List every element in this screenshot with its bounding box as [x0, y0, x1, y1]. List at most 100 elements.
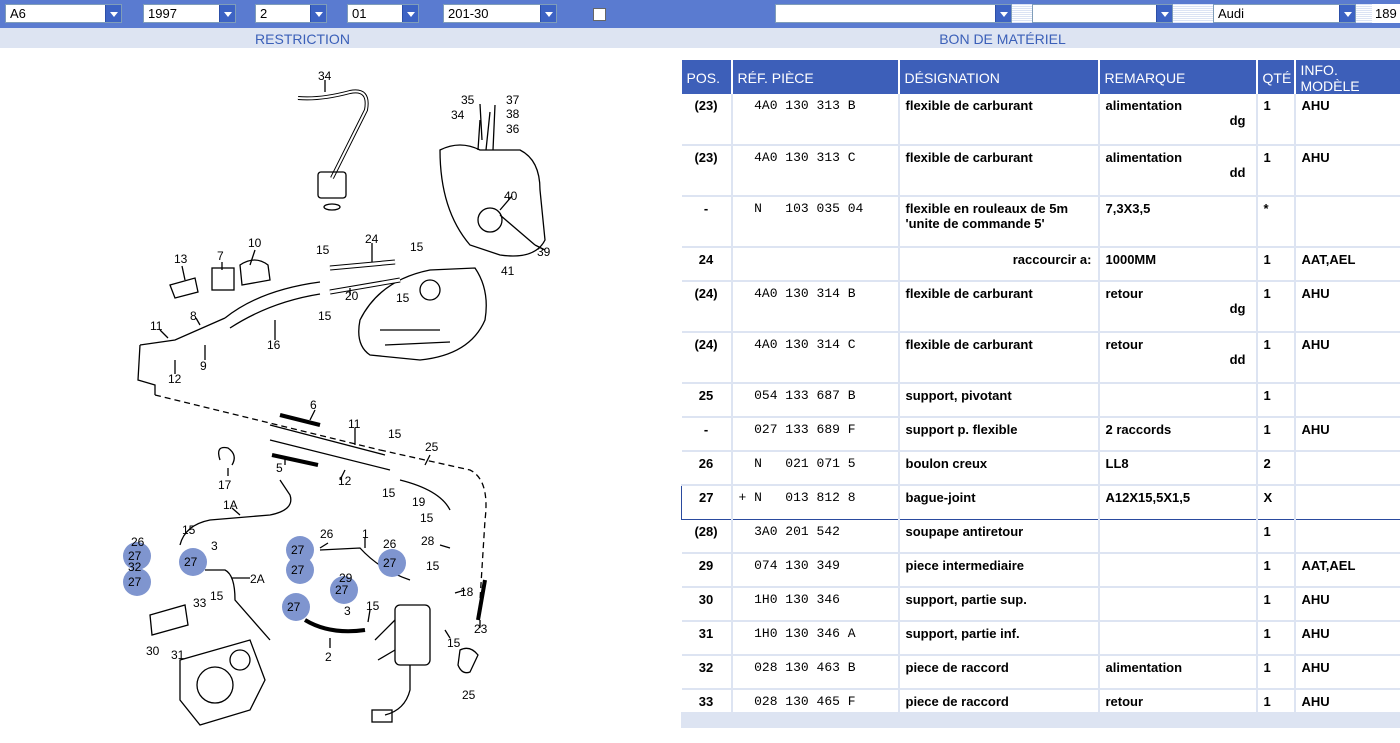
cell-qty: 2 — [1256, 451, 1296, 486]
chevron-down-icon[interactable] — [540, 5, 556, 22]
cell-pos: 25 — [681, 383, 733, 418]
model-value: A6 — [10, 6, 26, 21]
cell-ref: 074 130 349 — [731, 553, 900, 588]
field5-value: 201-30 — [448, 6, 489, 21]
remark-text: alimentation — [1105, 660, 1183, 675]
filter-checkbox[interactable] — [593, 8, 606, 21]
cell-remark: alimentation dd — [1098, 145, 1258, 197]
cell-ref: 1H0 130 346 — [731, 587, 900, 622]
table-row[interactable]: 27 + N 013 812 8 bague-joint A12X15,5X1,5 X — [681, 484, 1400, 520]
brand-select[interactable]: Audi — [1213, 4, 1356, 23]
table-row[interactable]: 26 N 021 071 5 boulon creux LL8 2 — [681, 451, 1400, 486]
cell-designation: support, partie inf. — [898, 621, 1100, 656]
cell-remark — [1098, 383, 1258, 418]
field3-select[interactable]: 2 — [255, 4, 327, 23]
cell-designation: flexible de carburant — [898, 281, 1100, 333]
svg-text:12: 12 — [168, 372, 182, 386]
svg-text:3: 3 — [211, 539, 218, 553]
remark-side: dd — [1229, 165, 1246, 180]
col-designation[interactable]: DÉSIGNATION — [898, 60, 1100, 94]
chevron-down-icon[interactable] — [1339, 5, 1355, 22]
chevron-down-icon[interactable] — [310, 5, 326, 22]
svg-text:3: 3 — [344, 604, 351, 618]
table-row[interactable]: (24) 4A0 130 314 Bflexible de carburant r… — [681, 281, 1400, 333]
remark-text: alimentation — [1105, 150, 1183, 165]
bom-header: BON DE MATÉRIEL — [605, 28, 1400, 48]
svg-text:27: 27 — [184, 555, 198, 569]
cell-model-info — [1294, 383, 1400, 418]
remark-text: retour — [1105, 694, 1144, 709]
cell-model-info — [1294, 484, 1400, 520]
cell-designation: support p. flexible — [898, 417, 1100, 452]
cell-ref: 3A0 201 542 — [731, 519, 900, 554]
field3-value: 2 — [260, 6, 268, 21]
remark-side: dg — [1229, 113, 1246, 128]
svg-text:15: 15 — [210, 589, 224, 603]
cell-ref: 4A0 130 313 B — [731, 94, 900, 146]
field6-select[interactable] — [775, 4, 1012, 23]
table-row[interactable]: (28) 3A0 201 542 soupape antiretour 1 — [681, 519, 1400, 554]
table-row[interactable]: 25 054 133 687 Bsupport, pivotant 1 — [681, 383, 1400, 418]
chevron-down-icon[interactable] — [219, 5, 235, 22]
cell-pos: 27 — [681, 484, 733, 520]
col-remark[interactable]: REMARQUE — [1098, 60, 1258, 94]
svg-text:7: 7 — [217, 249, 224, 263]
brand-value: Audi — [1218, 6, 1245, 21]
chevron-down-icon[interactable] — [1156, 5, 1172, 22]
svg-text:25: 25 — [462, 688, 476, 702]
svg-text:20: 20 — [345, 289, 359, 303]
separator — [1012, 4, 1032, 23]
svg-text:15: 15 — [420, 511, 434, 525]
remark-side: dg — [1229, 301, 1246, 316]
cell-pos: 29 — [681, 553, 733, 588]
cell-pos: 31 — [681, 621, 733, 656]
svg-text:2A: 2A — [250, 572, 265, 586]
cell-designation: piece intermediaire — [898, 553, 1100, 588]
svg-text:1: 1 — [362, 527, 369, 541]
chevron-down-icon[interactable] — [402, 5, 418, 22]
chevron-down-icon[interactable] — [105, 5, 121, 22]
svg-text:31: 31 — [171, 648, 185, 662]
svg-text:16: 16 — [267, 338, 281, 352]
cell-ref — [731, 247, 900, 282]
col-ref[interactable]: RÉF. PIÈCE — [731, 60, 900, 94]
table-row[interactable]: 24 raccourcir a: 1000MM 1 AAT,AEL — [681, 247, 1400, 282]
field5-select[interactable]: 201-30 — [443, 4, 557, 23]
table-row[interactable]: (24) 4A0 130 314 Cflexible de carburant r… — [681, 332, 1400, 384]
table-row[interactable]: 32 028 130 463 Bpiece de raccord alimenta… — [681, 655, 1400, 690]
cell-pos: (28) — [681, 519, 733, 554]
col-model-info[interactable]: INFO. MODÈLE — [1294, 60, 1400, 94]
table-row[interactable]: 31 1H0 130 346 Asupport, partie inf. 1 AHU — [681, 621, 1400, 656]
table-row[interactable]: - N 103 035 04 flexible en rouleaux de 5m… — [681, 196, 1400, 248]
table-row[interactable]: (23) 4A0 130 313 Bflexible de carburant a… — [681, 94, 1400, 146]
remark-text: 2 raccords — [1105, 422, 1172, 437]
field4-select[interactable]: 01 — [347, 4, 419, 23]
chevron-down-icon[interactable] — [995, 5, 1011, 22]
exploded-parts-diagram[interactable]: 34 35 37 38 36 34 40 39 41 10 13 7 24 15… — [100, 60, 580, 740]
cell-pos: 32 — [681, 655, 733, 690]
table-row[interactable]: - 027 133 689 Fsupport p. flexible 2 racc… — [681, 417, 1400, 452]
svg-text:40: 40 — [504, 189, 518, 203]
cell-ref: 1H0 130 346 A — [731, 621, 900, 656]
cell-model-info: AHU — [1294, 587, 1400, 622]
cell-pos: - — [681, 417, 733, 452]
cell-model-info: AHU — [1294, 417, 1400, 452]
table-row[interactable]: (23) 4A0 130 313 Cflexible de carburant a… — [681, 145, 1400, 197]
cell-model-info: AHU — [1294, 281, 1400, 333]
field7-select[interactable] — [1032, 4, 1173, 23]
table-row[interactable]: 30 1H0 130 346 support, partie sup. 1 AHU — [681, 587, 1400, 622]
cell-qty: 1 — [1256, 247, 1296, 282]
svg-text:11: 11 — [150, 319, 163, 333]
remark-text: retour — [1105, 286, 1144, 301]
svg-text:24: 24 — [365, 232, 379, 246]
svg-text:30: 30 — [146, 644, 160, 658]
col-pos[interactable]: POS. — [681, 60, 733, 94]
svg-text:27: 27 — [291, 543, 305, 557]
cell-model-info — [1294, 519, 1400, 554]
model-select[interactable]: A6 — [5, 4, 122, 23]
table-row[interactable]: 29 074 130 349 piece intermediaire 1 AAT,AE… — [681, 553, 1400, 588]
table-footer — [681, 712, 1400, 728]
col-qty[interactable]: QTÉ — [1256, 60, 1296, 94]
year-select[interactable]: 1997 — [143, 4, 236, 23]
svg-text:34: 34 — [318, 69, 332, 83]
